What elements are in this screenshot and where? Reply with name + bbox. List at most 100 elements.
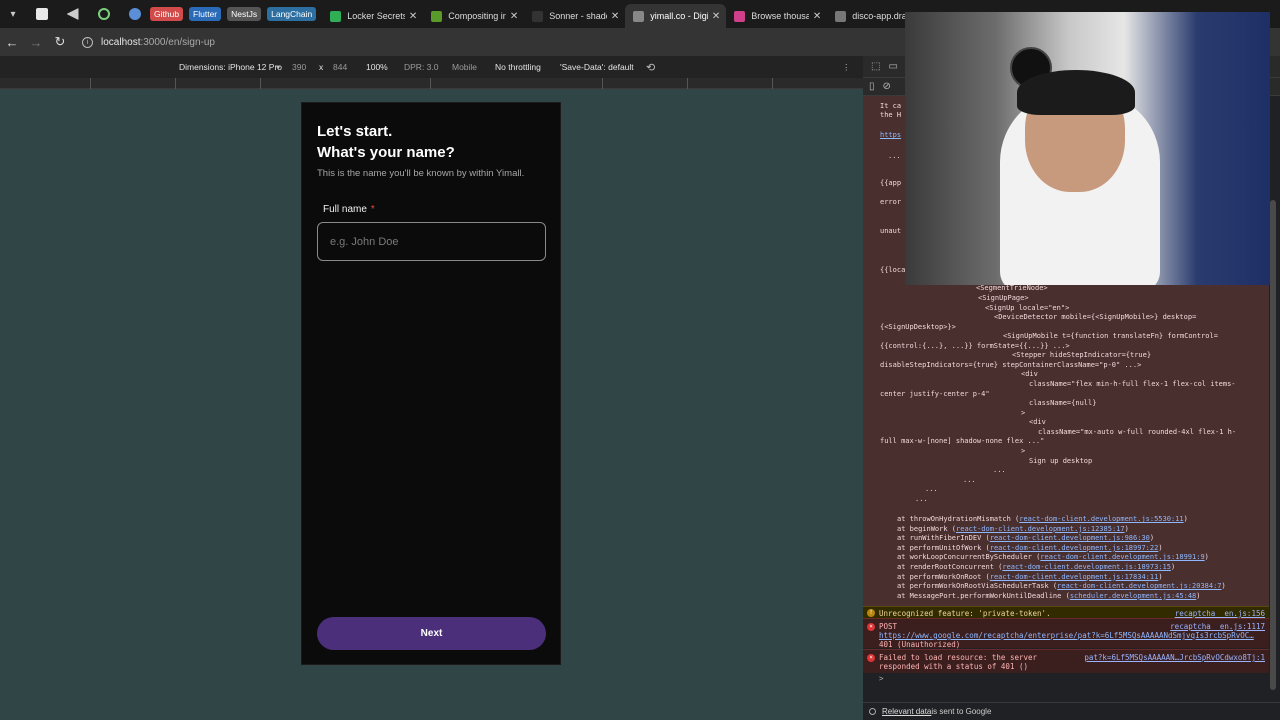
console-line: ... (925, 485, 938, 493)
tab-favicon-icon (431, 10, 443, 22)
relevant-data-link[interactable]: Relevant data (882, 707, 931, 716)
warning-icon: ! (867, 609, 875, 617)
close-tab-icon[interactable]: ✕ (813, 11, 821, 22)
browser-tab[interactable]: Sonner - shadc ✕ (524, 4, 625, 28)
error-source-link[interactable]: recaptcha__en.js:1117 (1170, 622, 1265, 631)
console-line: <SegmentTrieNode> (976, 284, 1048, 292)
warning-source-link[interactable]: recaptcha__en.js:156 (1175, 609, 1265, 618)
close-tab-icon[interactable]: ✕ (409, 11, 417, 22)
browser-tab[interactable]: Compositing in ✕ (423, 4, 524, 28)
console-line: className="flex min-h-full flex-1 flex-c… (1029, 380, 1236, 388)
pinned-tab-icon (35, 8, 48, 20)
tab-favicon-icon (532, 10, 544, 22)
console-line: ... (993, 466, 1006, 474)
full-name-input[interactable] (317, 222, 546, 261)
site-info-icon[interactable]: i (82, 36, 93, 48)
stack-source-link[interactable]: react-dom-client.development.js:20384:7 (1057, 582, 1221, 590)
console-line: Sign up desktop (1029, 457, 1093, 465)
stack-source-link[interactable]: react-dom-client.development.js:17834:11 (990, 573, 1159, 581)
stack-fn: at throwOnHydrationMismatch (897, 515, 1011, 523)
device-toggle-icon[interactable]: ▭ (888, 61, 897, 72)
tab-favicon-icon (330, 10, 342, 22)
browser-tab[interactable]: yimall.co - Digi ✕ (625, 4, 727, 28)
tab-favicon-icon (734, 10, 746, 22)
sidebar-toggle-icon[interactable]: ▯ (869, 81, 875, 92)
tab-favicon-icon (633, 10, 645, 22)
error-message: responded with a status of 401 () (879, 662, 1029, 671)
ruler-tick (602, 78, 603, 89)
pinned-tab-icon (128, 8, 141, 20)
console-line: > (1021, 447, 1026, 455)
next-button[interactable]: Next (317, 617, 546, 650)
heading-line-1: Let's start. (317, 123, 393, 140)
console-line: {{loca (880, 266, 906, 274)
console-line: https (880, 131, 902, 139)
device-height-input[interactable]: 844 (333, 62, 347, 72)
clear-console-icon[interactable]: ⊘ (883, 81, 891, 92)
console-line: error (880, 198, 902, 206)
tab-search-icon[interactable]: ▾ (0, 0, 26, 28)
stack-fn: at performWorkOnRoot (897, 572, 982, 581)
console-line: className="mx-auto w-full rounded-4xl fl… (1038, 428, 1237, 436)
close-tab-icon[interactable]: ✕ (712, 11, 720, 22)
reload-icon[interactable]: ↻ (48, 34, 72, 50)
rotate-icon[interactable]: ⟲ (646, 61, 655, 74)
tab-title: disco-app.dra (852, 11, 907, 21)
stack-fn: at runWithFiberInDEV (897, 534, 982, 543)
stack-frame: at runWithFiberInDEV (react-dom-client.d… (897, 534, 1155, 543)
pinned-tab-1[interactable] (26, 0, 57, 28)
mobile-select[interactable]: Mobile (452, 62, 477, 72)
stack-source-link[interactable]: react-dom-client.development.js:18991:9 (1040, 553, 1204, 561)
stack-source-link[interactable]: react-dom-client.development.js:18973:15 (1002, 563, 1171, 571)
media-query-ruler (0, 78, 863, 89)
bookmark-nestjs[interactable]: NestJs (227, 7, 262, 21)
stack-source-link[interactable]: react-dom-client.development.js:5530:11 (1019, 515, 1183, 523)
console-scrollbar[interactable] (1270, 200, 1276, 690)
error-source-link[interactable]: pat?k=6Lf5MSQsAAAAAN…JrcbSpRvOCdwxo8Tj:1 (1084, 653, 1265, 662)
console-line: <SignUpPage> (978, 294, 1029, 302)
pinned-tab-2[interactable] (57, 0, 88, 28)
prompt-caret: > (879, 674, 884, 683)
device-toolbar: Dimensions: iPhone 12 Pro ▾ 390 x 844 10… (0, 56, 863, 78)
dpr-select[interactable]: DPR: 3.0 (404, 62, 439, 72)
tab-title: Locker Secrets (347, 11, 405, 21)
full-name-label-text: Full name (323, 204, 367, 215)
stack-fn: at workLoopConcurrentByScheduler (897, 553, 1032, 562)
zoom-select[interactable]: 100% (366, 62, 388, 72)
stack-source-link[interactable]: react-dom-client.development.js:986:30 (990, 534, 1150, 542)
console-line: className={null} (1029, 399, 1097, 407)
device-dimensions-select[interactable]: Dimensions: iPhone 12 Pro (179, 62, 282, 72)
browser-tab[interactable]: Locker Secrets ✕ (322, 4, 423, 28)
close-tab-icon[interactable]: ✕ (510, 11, 518, 22)
inspect-icon[interactable]: ⬚ (871, 61, 880, 72)
bookmark-github[interactable]: Github (150, 7, 184, 21)
error-url-link[interactable]: https://www.google.com/recaptcha/enterpr… (879, 631, 1254, 640)
bookmark-langchain[interactable]: LangChain (267, 7, 317, 21)
stack-source-link[interactable]: scheduler.development.js:45:48 (1070, 592, 1196, 600)
forward-icon[interactable]: → (24, 35, 48, 50)
back-icon[interactable]: ← (0, 35, 24, 50)
error-icon: × (867, 623, 875, 631)
stack-source-link[interactable]: react-dom-client.development.js:18997:22 (990, 544, 1159, 552)
url-field[interactable]: i localhost:3000/en/sign-up (82, 31, 215, 53)
console-line: ... (963, 476, 976, 484)
console-prompt[interactable]: > (863, 674, 1269, 688)
console-line: full max-w-[none] shadow-none flex ..." (880, 437, 1045, 445)
console-line: ... (915, 495, 928, 503)
more-options-icon[interactable]: ⋮ (842, 62, 851, 73)
webcam-overlay (905, 12, 1270, 285)
ruler-tick (175, 78, 176, 89)
bookmark-flutter[interactable]: Flutter (189, 7, 222, 21)
signup-screen: Let's start. What's your name? This is t… (301, 102, 561, 665)
stack-frame: at throwOnHydrationMismatch (react-dom-c… (897, 515, 1188, 523)
stack-frame: at renderRootConcurrent (react-dom-clien… (897, 563, 1176, 571)
pinned-tab-3[interactable] (88, 0, 119, 28)
throttling-select[interactable]: No throttling (495, 62, 541, 72)
pinned-tab-4[interactable] (119, 0, 150, 28)
browser-tab[interactable]: Browse thousa ✕ (726, 4, 827, 28)
stack-source-link[interactable]: react-dom-client.development.js:12385:17 (956, 525, 1125, 533)
save-data-select[interactable]: 'Save-Data': default (560, 62, 634, 72)
device-width-input[interactable]: 390 (292, 62, 306, 72)
devtools-footer: Relevant data is sent to Google (863, 702, 1280, 720)
close-tab-icon[interactable]: ✕ (611, 11, 619, 22)
